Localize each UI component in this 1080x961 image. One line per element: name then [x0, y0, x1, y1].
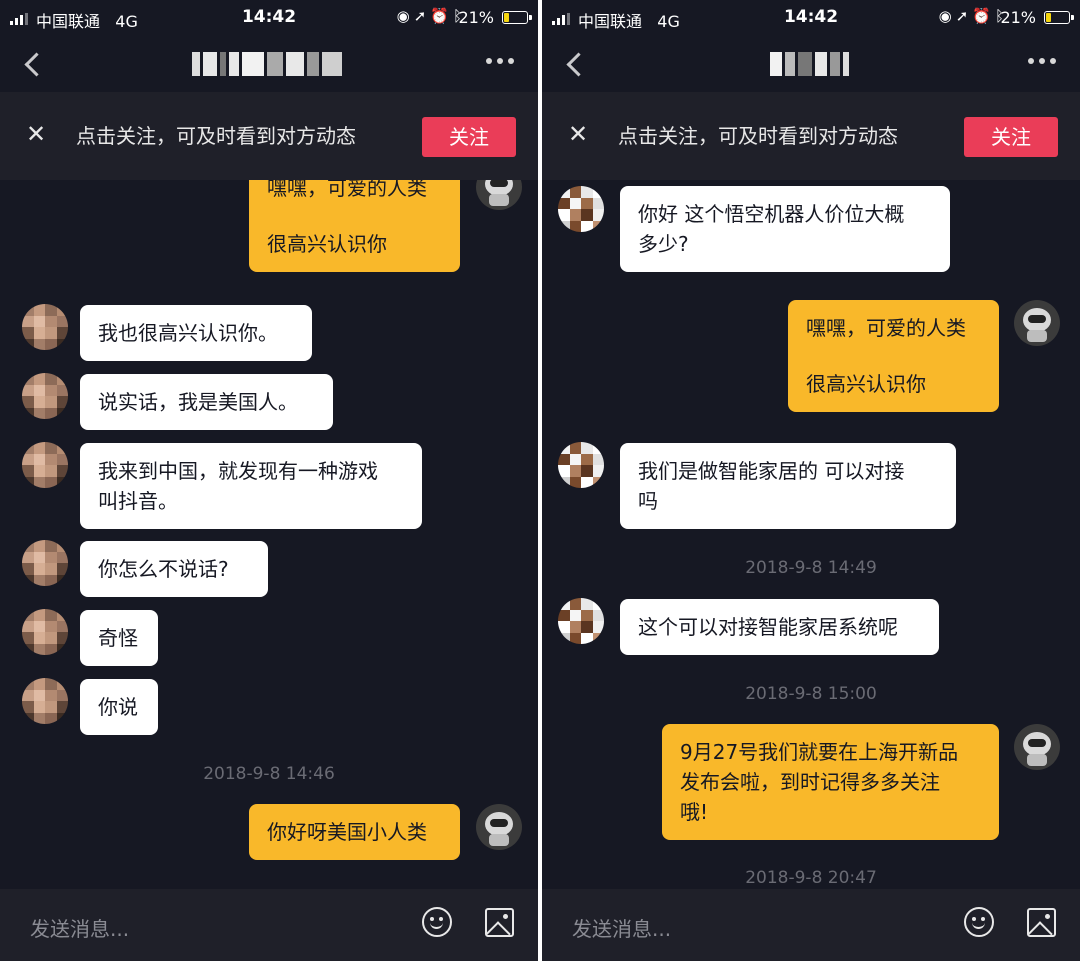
battery-percent: 21%	[458, 8, 494, 27]
message-bubble-incoming[interactable]: 我来到中国，就发现有一种游戏 叫抖音。	[80, 443, 422, 529]
close-icon[interactable]: ✕	[26, 122, 46, 146]
follow-button[interactable]: 关注	[964, 117, 1058, 157]
follow-banner: ✕ 点击关注，可及时看到对方动态 关注	[542, 92, 1080, 180]
alarm-icon: ⏰	[972, 7, 995, 25]
message-input[interactable]: 发送消息...	[572, 913, 671, 942]
image-icon[interactable]	[1027, 908, 1056, 937]
battery-icon	[1044, 11, 1074, 24]
message-line: 嘿嘿，可爱的人类	[267, 180, 427, 200]
message-list[interactable]: 嘿嘿，可爱的人类 很高兴认识你 我也很高兴认识你。 说实话，我是美国人。 我来到…	[0, 180, 538, 889]
message-line: 很高兴认识你	[267, 232, 387, 256]
message-line: 吗	[638, 489, 658, 513]
message-line: 多少?	[638, 232, 689, 256]
my-avatar[interactable]	[476, 804, 522, 850]
message-line: 说实话，我是美国人。	[98, 390, 298, 414]
message-line: 你怎么不说话?	[98, 557, 229, 581]
status-bar: 中国联通 4G 14:42 ◉➚⏰ᛒ 21%	[542, 0, 1080, 36]
follow-button[interactable]: 关注	[422, 117, 516, 157]
message-bubble-incoming[interactable]: 我们是做智能家居的 可以对接 吗	[620, 443, 956, 529]
my-avatar[interactable]	[1014, 300, 1060, 346]
more-options-icon[interactable]	[486, 58, 514, 66]
contact-avatar[interactable]	[558, 598, 604, 644]
follow-banner: ✕ 点击关注，可及时看到对方动态 关注	[0, 92, 538, 180]
message-line: 这个可以对接智能家居系统呢	[638, 615, 898, 639]
message-line: 哦!	[680, 800, 709, 824]
contact-avatar[interactable]	[22, 304, 68, 350]
message-bubble-outgoing[interactable]: 你好呀美国小人类	[249, 804, 460, 860]
message-bubble-incoming[interactable]: 我也很高兴认识你。	[80, 305, 312, 361]
orientation-lock-icon: ◉	[938, 7, 956, 25]
nav-bar	[0, 36, 538, 92]
close-icon[interactable]: ✕	[568, 122, 588, 146]
contact-avatar[interactable]	[22, 678, 68, 724]
message-bubble-incoming[interactable]: 说实话，我是美国人。	[80, 374, 333, 430]
message-line: 9月27号我们就要在上海开新品	[680, 740, 959, 764]
image-icon[interactable]	[485, 908, 514, 937]
battery-icon	[502, 11, 532, 24]
message-line: 叫抖音。	[98, 489, 178, 513]
message-line: 我们是做智能家居的 可以对接	[638, 459, 905, 483]
timestamp: 2018-9-8 20:47	[745, 868, 877, 888]
more-options-icon[interactable]	[1028, 58, 1056, 66]
my-avatar[interactable]	[1014, 724, 1060, 770]
back-icon[interactable]	[564, 50, 588, 78]
nav-bar	[542, 36, 1080, 92]
message-line: 你说	[98, 695, 138, 719]
message-line: 你好呀美国小人类	[267, 820, 427, 844]
timestamp: 2018-9-8 14:49	[745, 558, 877, 578]
contact-avatar[interactable]	[22, 609, 68, 655]
message-bubble-outgoing[interactable]: 嘿嘿，可爱的人类 很高兴认识你	[788, 300, 999, 412]
message-line: 我也很高兴认识你。	[98, 321, 278, 345]
message-line: 我来到中国，就发现有一种游戏	[98, 459, 378, 483]
chat-screen-right: 中国联通 4G 14:42 ◉➚⏰ᛒ 21% ✕ 点击关注，可及时看到对方动态 …	[542, 0, 1080, 961]
message-line: 你好 这个悟空机器人价位大概	[638, 202, 905, 226]
contact-avatar[interactable]	[22, 373, 68, 419]
emoji-icon[interactable]	[422, 907, 452, 937]
timestamp: 2018-9-8 14:46	[203, 764, 335, 784]
follow-hint: 点击关注，可及时看到对方动态	[618, 124, 898, 148]
message-input-bar: 发送消息...	[0, 889, 538, 961]
message-bubble-outgoing[interactable]: 嘿嘿，可爱的人类 很高兴认识你	[249, 180, 460, 272]
message-line: 奇怪	[98, 626, 138, 650]
status-icons: ◉➚⏰ᛒ	[939, 7, 1008, 25]
contact-avatar[interactable]	[558, 442, 604, 488]
contact-avatar[interactable]	[558, 186, 604, 232]
my-avatar[interactable]	[476, 180, 522, 210]
contact-avatar[interactable]	[22, 540, 68, 586]
message-line: 发布会啦，到时记得多多关注	[680, 770, 940, 794]
message-bubble-incoming[interactable]: 奇怪	[80, 610, 158, 666]
message-bubble-incoming[interactable]: 你好 这个悟空机器人价位大概 多少?	[620, 186, 950, 272]
contact-avatar[interactable]	[22, 442, 68, 488]
location-icon: ➚	[955, 7, 973, 25]
message-line: 嘿嘿，可爱的人类	[806, 316, 966, 340]
alarm-icon: ⏰	[430, 7, 453, 25]
contact-name-pixelated	[770, 52, 849, 76]
status-icons: ◉➚⏰ᛒ	[397, 7, 466, 25]
timestamp: 2018-9-8 15:00	[745, 684, 877, 704]
chat-screen-left: 中国联通 4G 14:42 ◉➚⏰ᛒ 21% ✕ 点击关注，可及时看到对方动态 …	[0, 0, 538, 961]
message-bubble-incoming[interactable]: 你说	[80, 679, 158, 735]
message-bubble-outgoing[interactable]: 9月27号我们就要在上海开新品 发布会啦，到时记得多多关注 哦!	[662, 724, 999, 840]
message-input-bar: 发送消息...	[542, 889, 1080, 961]
message-line: 很高兴认识你	[806, 372, 926, 396]
follow-hint: 点击关注，可及时看到对方动态	[76, 124, 356, 148]
message-input[interactable]: 发送消息...	[30, 913, 129, 942]
back-icon[interactable]	[22, 50, 46, 78]
battery-percent: 21%	[1000, 8, 1036, 27]
status-bar: 中国联通 4G 14:42 ◉➚⏰ᛒ 21%	[0, 0, 538, 36]
emoji-icon[interactable]	[964, 907, 994, 937]
location-icon: ➚	[413, 7, 431, 25]
message-list[interactable]: 你好 这个悟空机器人价位大概 多少? 嘿嘿，可爱的人类 很高兴认识你 我们是做智…	[542, 180, 1080, 889]
contact-name-pixelated	[192, 52, 342, 76]
message-bubble-incoming[interactable]: 这个可以对接智能家居系统呢	[620, 599, 939, 655]
orientation-lock-icon: ◉	[396, 7, 414, 25]
message-bubble-incoming[interactable]: 你怎么不说话?	[80, 541, 268, 597]
